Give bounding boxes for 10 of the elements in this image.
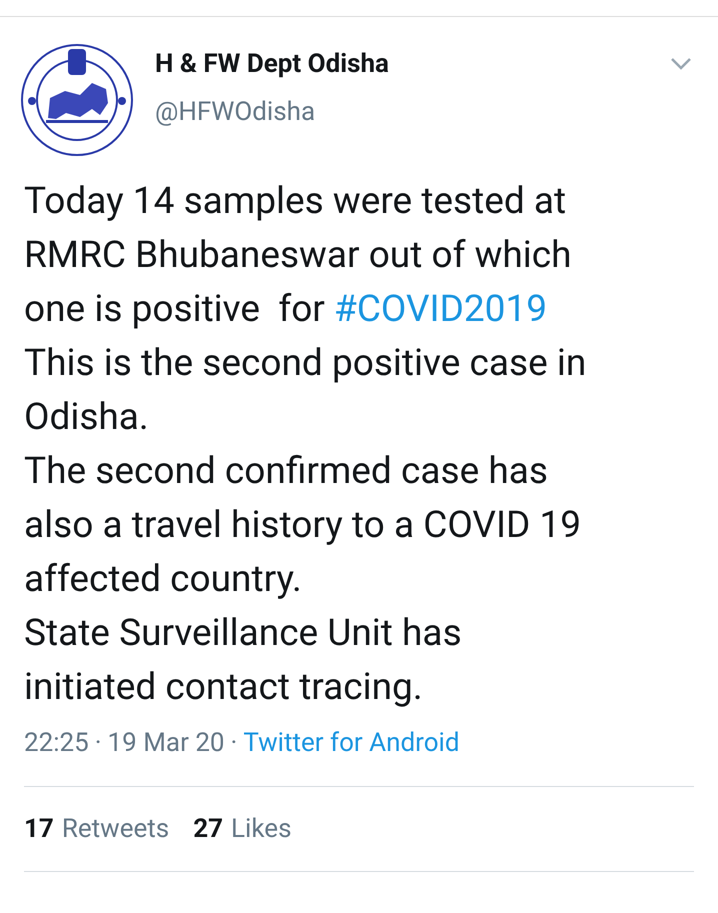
author-name[interactable]: H & FW Dept Odisha bbox=[155, 47, 389, 81]
seal-avatar[interactable] bbox=[20, 43, 134, 157]
tweet-time: 22:25 bbox=[24, 727, 89, 760]
stat-link[interactable]: 27 Likes bbox=[193, 811, 292, 847]
stat-link[interactable]: 17 Retweets bbox=[24, 811, 170, 847]
author-handle[interactable]: @HFWOdisha bbox=[155, 95, 389, 129]
separator: · bbox=[94, 727, 103, 760]
tweet-date: 19 Mar 20 bbox=[108, 727, 225, 760]
separator: · bbox=[230, 727, 238, 760]
tweet-text: Today 14 samples were tested at RMRC Bhubaneswar out of which one is positive for #COVID2019 This is the second positive case in Odisha. The second confirmed case has also a travel history to a COVID 19 affected country. State Surveillance Unit has initiated contact tracing. bbox=[23, 179, 588, 711]
